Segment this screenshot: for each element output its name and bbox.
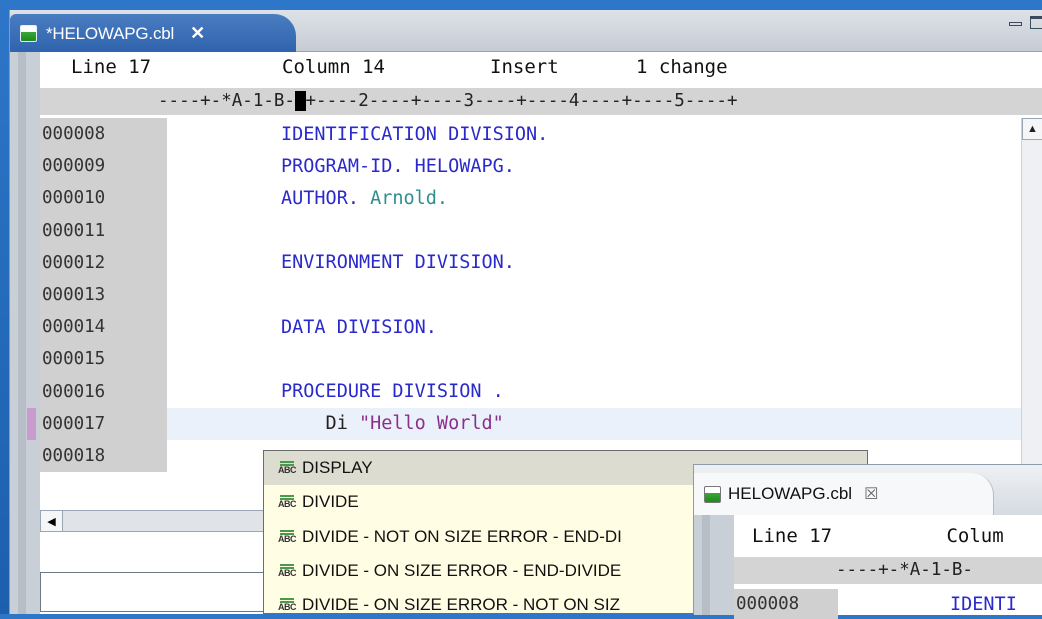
code-line[interactable]: 000016 PROCEDURE DIVISION .	[40, 375, 1030, 408]
cobol-file-icon	[704, 485, 721, 503]
author-value: Arnold.	[358, 187, 449, 209]
scroll-left-icon[interactable]: ◀	[41, 511, 63, 531]
code-line[interactable]: 000008 IDENTIFICATION DIVISION.	[40, 118, 1030, 151]
line-number: 000009	[40, 150, 167, 183]
vertical-scrollbar[interactable]: ▲	[1021, 118, 1042, 508]
editor-tabbar: *HELOWAPG.cbl ✕	[10, 10, 1042, 53]
status-line: Line 17	[71, 56, 152, 78]
status-changes: 1 change	[636, 56, 728, 78]
string-literal: "Hello World"	[358, 413, 504, 435]
assist-item-label: DIVIDE	[302, 492, 359, 512]
code-line[interactable]: 000015	[40, 343, 1030, 376]
code-line[interactable]: 000014 DATA DIVISION.	[40, 311, 1030, 344]
tab-title: *HELOWAPG.cbl	[46, 23, 175, 43]
ruler-after: +----2----+----3----+----4----+----5----…	[305, 91, 738, 111]
code-line[interactable]: 000008 IDENTI	[734, 589, 1042, 619]
ruler-before: ----+-*A-1-B-	[158, 91, 295, 111]
template-icon: ABC	[276, 529, 298, 544]
console-input[interactable]	[40, 572, 290, 612]
editor-status-bar: Line 17 Column 14 Insert 1 change	[40, 52, 1042, 82]
typed-prefix: Di	[281, 413, 359, 435]
template-icon: ABC	[276, 598, 298, 612]
editor-tab-active[interactable]: *HELOWAPG.cbl ✕	[10, 14, 296, 53]
line-number: 000010	[40, 182, 167, 215]
line-number: 000011	[40, 214, 167, 247]
editor-left-gutter	[10, 52, 40, 614]
line-code: DATA DIVISION.	[281, 316, 437, 338]
line-code: Di "Hello World"	[167, 413, 504, 434]
line-code: IDENTIFICATION DIVISION.	[281, 123, 549, 145]
scroll-up-icon[interactable]: ▲	[1022, 118, 1042, 140]
code-line[interactable]: 000011	[40, 214, 1030, 247]
line-number: 000014	[40, 311, 167, 344]
code-line[interactable]: 000013	[40, 278, 1030, 312]
status-mode: Insert	[490, 56, 559, 78]
secondary-editor-content[interactable]: Line 17 Colum ----+-*A-1-B- 000008 IDENT…	[734, 515, 1042, 619]
line-code: PROGRAM-ID. HELOWAPG.	[281, 155, 515, 177]
line-number: 000008	[734, 589, 838, 619]
secondary-status: Line 17 Colum	[752, 525, 1004, 547]
secondary-tabbar: HELOWAPG.cbl ☒	[694, 465, 1042, 515]
cobol-file-icon	[20, 25, 37, 42]
code-line[interactable]: 000012 ENVIRONMENT DIVISION.	[40, 246, 1030, 279]
close-tab-icon[interactable]: ☒	[864, 484, 878, 504]
line-number: 000008	[40, 118, 167, 151]
ruler-cursor: -	[294, 91, 306, 111]
line-number: 000017	[40, 407, 167, 440]
column-ruler: ----+-*A-1-B--+----2----+----3----+----4…	[40, 88, 1042, 115]
status-column: Column 14	[282, 56, 385, 78]
secondary-tab[interactable]: HELOWAPG.cbl ☒	[694, 473, 994, 515]
line-code: AUTHOR. Arnold.	[167, 188, 448, 209]
line-number: 000015	[40, 343, 167, 376]
line-code: ENVIRONMENT DIVISION.	[281, 252, 515, 274]
secondary-tab-title: HELOWAPG.cbl	[728, 484, 853, 503]
template-icon: ABC	[276, 495, 298, 509]
current-line-marker	[27, 407, 36, 440]
template-icon: ABC	[276, 564, 298, 578]
secondary-ruler: ----+-*A-1-B-	[734, 557, 1042, 584]
close-tab-icon[interactable]: ✕	[190, 23, 205, 44]
horizontal-scrollbar[interactable]: ◀	[40, 510, 290, 532]
line-number: 000016	[40, 375, 167, 408]
code-line[interactable]: 000009 PROGRAM-ID. HELOWAPG.	[40, 150, 1030, 183]
maximize-icon[interactable]	[1030, 16, 1042, 29]
line-code: IDENTI	[950, 593, 1017, 615]
minimize-icon[interactable]	[1009, 22, 1022, 26]
code-line[interactable]: 000010 AUTHOR. Arnold.	[40, 182, 1030, 215]
code-lines: 000008 IDENTIFICATION DIVISION. 000009 P…	[27, 118, 1030, 473]
assist-item-label: DIVIDE - ON SIZE ERROR - END-DIVIDE	[302, 561, 622, 581]
template-icon: ABC	[276, 461, 298, 475]
line-code: PROCEDURE DIVISION .	[281, 381, 504, 403]
window-controls	[1009, 16, 1042, 29]
code-line-current[interactable]: 000017 Di "Hello World"	[27, 407, 1030, 440]
assist-item-label: DISPLAY	[302, 458, 373, 478]
secondary-editor-window: HELOWAPG.cbl ☒ Line 17 Colum ----+-*A-1-…	[693, 464, 1042, 619]
assist-item-label: DIVIDE - ON SIZE ERROR - NOT ON SIZ	[302, 595, 620, 614]
line-number: 000012	[40, 246, 167, 279]
keyword-author: AUTHOR.	[281, 187, 359, 209]
assist-item-label: DIVIDE - NOT ON SIZE ERROR - END-DI	[302, 526, 622, 546]
secondary-left-gutter	[694, 515, 734, 615]
line-number: 000013	[40, 278, 167, 312]
line-number: 000018	[40, 439, 167, 473]
